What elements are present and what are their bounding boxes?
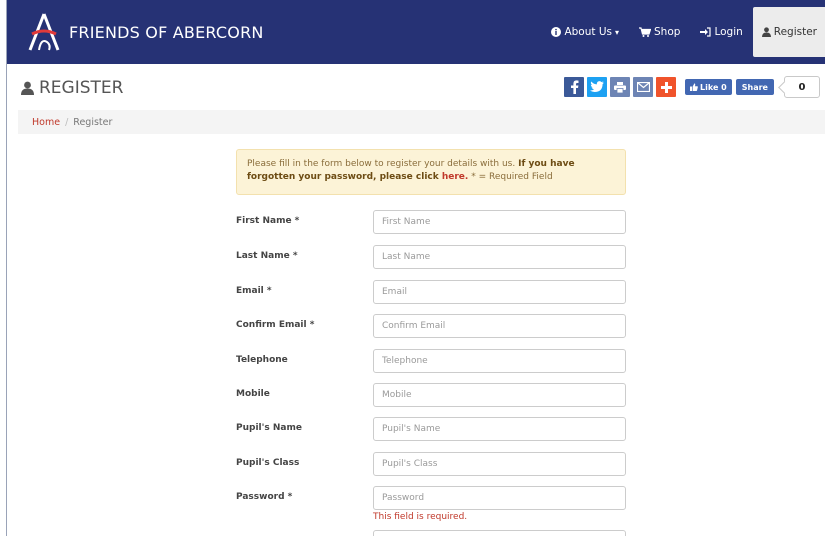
facebook-share-button[interactable] <box>564 77 584 97</box>
thumbs-up-icon <box>690 83 698 91</box>
breadcrumb: Home / Register <box>18 110 825 134</box>
mobile-label: Mobile <box>236 389 270 399</box>
page-title-text: REGISTER <box>39 78 124 98</box>
form-row-email: Email * <box>236 280 626 304</box>
nav-login-label: Login <box>714 26 743 38</box>
chevron-down-icon: ▾ <box>615 27 620 37</box>
nav-about-us-label: About Us <box>564 26 612 38</box>
facebook-like-label: Like 0 <box>700 82 727 92</box>
form-row-last-name: Last Name * <box>236 245 626 269</box>
brand-name: FRIENDS OF ABERCORN <box>69 22 264 42</box>
form-row-first-name: First Name * <box>236 210 626 234</box>
breadcrumb-current: Register <box>73 116 113 128</box>
user-icon <box>761 27 771 37</box>
nav-register[interactable]: Register <box>752 7 825 57</box>
form-row-mobile: Mobile <box>236 383 626 407</box>
pupils-name-label: Pupil's Name <box>236 423 302 433</box>
twitter-share-button[interactable] <box>587 77 607 97</box>
first-name-label: First Name * <box>236 216 300 226</box>
forgotten-password-link[interactable]: here. <box>442 172 468 182</box>
abercorn-logo-icon <box>28 13 60 51</box>
confirm-email-field[interactable] <box>373 314 626 338</box>
pupils-name-field[interactable] <box>373 417 626 441</box>
email-share-button[interactable] <box>633 77 653 97</box>
facebook-like-button[interactable]: Like 0 <box>685 79 732 95</box>
password-field[interactable] <box>373 486 626 510</box>
password-label: Password * <box>236 492 293 502</box>
confirm-password-field-partial[interactable] <box>373 530 626 536</box>
top-navbar: FRIENDS OF ABERCORN About Us ▾ Shop Logi… <box>7 0 825 64</box>
nav-login[interactable]: Login <box>690 0 752 64</box>
share-count-value: 0 <box>798 81 806 93</box>
mobile-field[interactable] <box>373 383 626 407</box>
brand[interactable]: FRIENDS OF ABERCORN <box>27 12 264 52</box>
more-share-button[interactable] <box>656 77 676 97</box>
first-name-field[interactable] <box>373 210 626 234</box>
alert-intro-text: Please fill in the form below to registe… <box>247 159 519 169</box>
plus-icon <box>660 81 672 93</box>
form-row-pupils-name: Pupil's Name <box>236 417 626 441</box>
facebook-icon <box>570 80 578 94</box>
telephone-label: Telephone <box>236 355 288 365</box>
nav-shop-label: Shop <box>654 26 681 38</box>
pupils-class-label: Pupil's Class <box>236 458 300 468</box>
nav-about-us[interactable]: About Us ▾ <box>541 0 629 64</box>
nav-register-label: Register <box>773 26 817 38</box>
page-title: REGISTER <box>21 78 123 98</box>
title-bar: REGISTER Like 0 Share 0 <box>7 64 825 108</box>
facebook-share-label: Share <box>741 82 768 92</box>
envelope-icon <box>636 82 650 92</box>
breadcrumb-separator: / <box>65 116 69 128</box>
telephone-field[interactable] <box>373 349 626 373</box>
form-row-confirm-email: Confirm Email * <box>236 314 626 338</box>
browser-viewport: FRIENDS OF ABERCORN About Us ▾ Shop Logi… <box>6 0 825 536</box>
email-field[interactable] <box>373 280 626 304</box>
print-icon <box>614 81 626 93</box>
facebook-share-count-button[interactable]: Share <box>735 79 774 95</box>
info-icon <box>551 27 562 37</box>
last-name-field[interactable] <box>373 245 626 269</box>
breadcrumb-home-link[interactable]: Home <box>32 117 60 128</box>
pupils-class-field[interactable] <box>373 452 626 476</box>
share-toolbar: Like 0 Share 0 <box>564 76 820 98</box>
nav-shop[interactable]: Shop <box>629 0 690 64</box>
last-name-label: Last Name * <box>236 251 298 261</box>
confirm-email-label: Confirm Email * <box>236 320 315 330</box>
alert-required-note: * = Required Field <box>468 172 553 182</box>
sign-in-icon <box>700 27 712 37</box>
email-label: Email * <box>236 286 272 296</box>
user-icon <box>21 81 34 95</box>
twitter-icon <box>590 81 604 92</box>
print-button[interactable] <box>610 77 630 97</box>
cart-icon <box>639 27 652 37</box>
info-alert: Please fill in the form below to registe… <box>236 149 626 195</box>
password-error-message: This field is required. <box>373 512 468 522</box>
form-row-telephone: Telephone <box>236 349 626 373</box>
share-count: 0 <box>783 76 820 98</box>
nav-links: About Us ▾ Shop Login Register <box>541 0 825 64</box>
form-row-password: Password * <box>236 486 626 510</box>
form-row-pupils-class: Pupil's Class <box>236 452 626 476</box>
